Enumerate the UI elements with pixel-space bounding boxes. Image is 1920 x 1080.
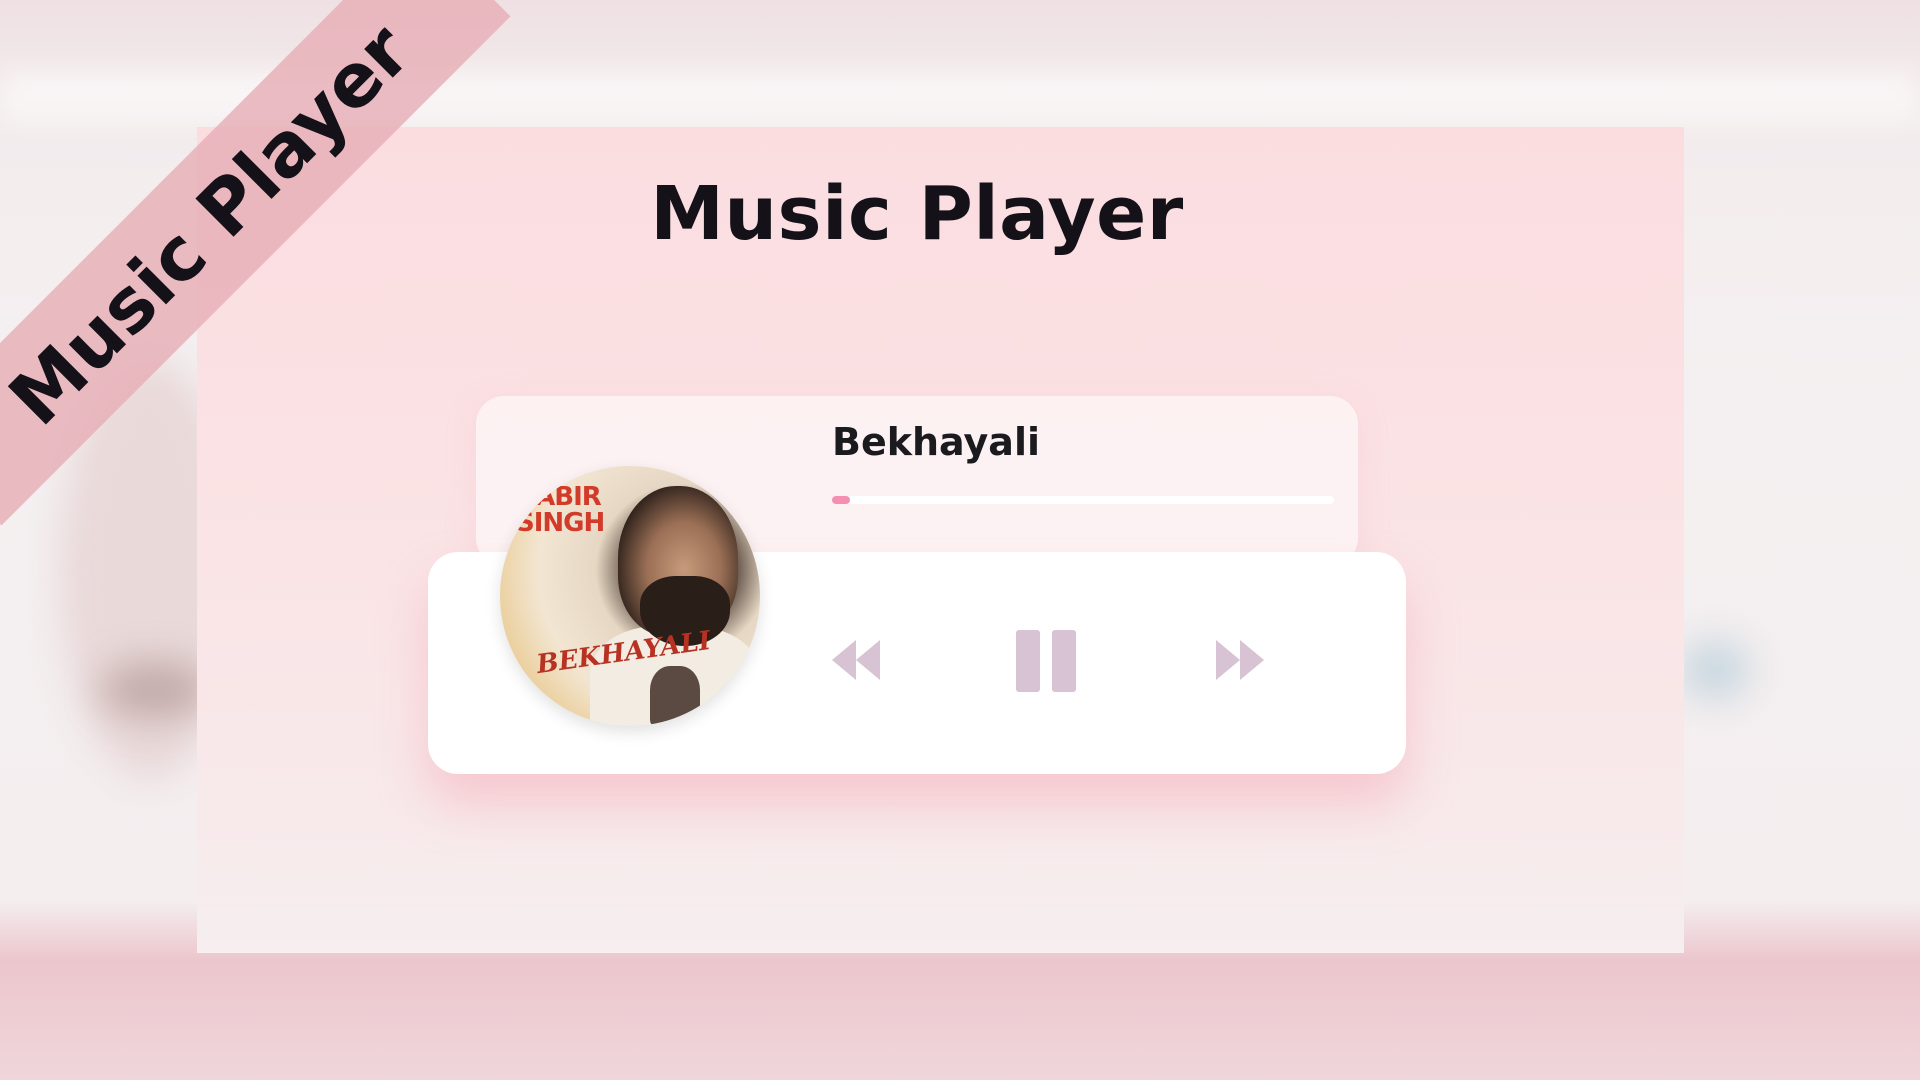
song-title: Bekhayali: [832, 420, 1040, 464]
next-button[interactable]: [1214, 636, 1266, 684]
background-blur-right: [1680, 640, 1750, 700]
corner-ribbon: Music Player: [0, 0, 600, 600]
pause-icon: [1016, 630, 1076, 692]
rewind-icon: [832, 640, 880, 680]
fast-forward-icon: [1216, 640, 1264, 680]
background-blur-shadow: [100, 660, 210, 720]
play-pause-button[interactable]: [1014, 628, 1080, 694]
progress-bar[interactable]: [832, 496, 1334, 504]
ribbon-label: Music Player: [0, 8, 427, 442]
previous-button[interactable]: [830, 636, 882, 684]
album-art-couple: [650, 666, 700, 726]
ribbon-band: Music Player: [0, 0, 511, 526]
progress-fill: [832, 496, 850, 504]
